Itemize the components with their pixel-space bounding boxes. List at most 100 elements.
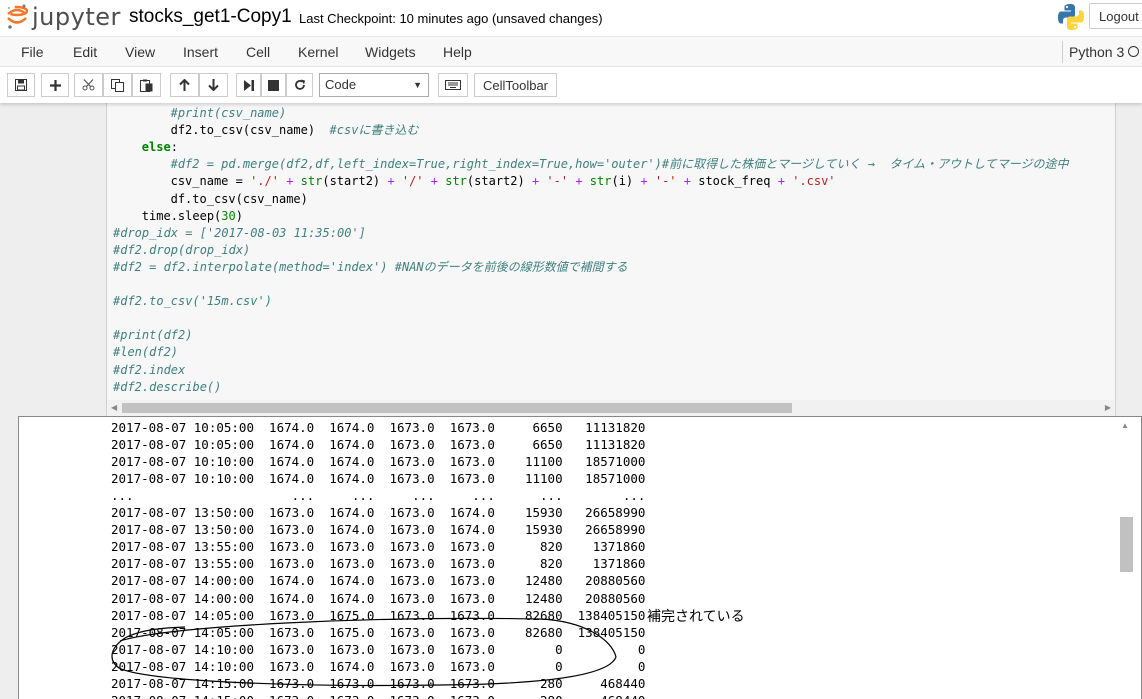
arrow-down-icon (208, 79, 219, 91)
output-cell-value: 1673.0 (254, 522, 315, 538)
stop-icon (268, 79, 279, 91)
restart-kernel-button[interactable] (286, 73, 313, 97)
output-row: 2017-08-07 14:15:00 1673.0 1673.0 1673.0… (111, 692, 645, 699)
celltoolbar-button[interactable]: CellToolbar (474, 73, 557, 97)
output-cell-value: 12480 (494, 573, 563, 589)
save-button[interactable] (7, 73, 35, 97)
output-cell-value: 1673.0 (435, 693, 495, 699)
output-row: ... ... ... ... ... ... ... (111, 487, 645, 504)
cut-button[interactable] (74, 73, 103, 97)
move-down-button[interactable] (199, 73, 228, 97)
copy-button[interactable] (103, 73, 132, 97)
code-token: : (170, 140, 178, 155)
output-cell-value: 0 (494, 641, 563, 657)
output-cell-value: 1673.0 (434, 675, 495, 691)
output-cell-value: 820 (494, 539, 563, 555)
menu-help[interactable]: Help (443, 44, 472, 60)
scroll-left-icon[interactable]: ◀ (111, 403, 117, 412)
vertical-scrollbar-thumb[interactable] (1120, 517, 1133, 572)
move-up-button[interactable] (170, 73, 199, 97)
output-cell-value: 11131820 (562, 420, 646, 435)
output-cell-value: 1673.0 (374, 607, 435, 623)
output-cell-value: 1673.0 (374, 539, 435, 555)
scroll-right-icon[interactable]: ▶ (1105, 403, 1111, 412)
menu-cell[interactable]: Cell (246, 44, 270, 60)
output-cell-value: 1674.0 (254, 454, 315, 470)
output-cell-value: 18571000 (562, 454, 646, 470)
output-cell-value: 1673.0 (314, 693, 374, 699)
save-icon (15, 79, 27, 91)
output-cell-value: 82680 (494, 624, 563, 640)
code-token: 30 (221, 208, 236, 223)
insert-cell-button[interactable] (41, 73, 69, 97)
cell-type-value: Code (325, 77, 357, 92)
output-cell-value: 15930 (494, 522, 563, 538)
logout-button[interactable]: Logout (1089, 3, 1142, 29)
menu-kernel[interactable]: Kernel (298, 44, 338, 60)
code-line: #df2.describe() (113, 379, 221, 396)
output-cell-value: ... (254, 488, 315, 504)
jupyter-logo[interactable]: jupyter (6, 2, 121, 32)
menu-widgets[interactable]: Widgets (365, 44, 416, 60)
code-token: + (640, 174, 648, 189)
output-cell-value: 1674.0 (314, 658, 375, 674)
code-token: #print(df2) (113, 328, 193, 343)
code-line: #len(df2) (113, 344, 178, 361)
output-cell-value: 1673.0 (434, 556, 495, 572)
output-cell-value: 1673.0 (434, 471, 495, 487)
output-cell-datetime: 2017-08-07 10:05:00 (111, 420, 254, 435)
output-cell-value: 1674.0 (314, 505, 375, 521)
output-row: 2017-08-07 13:55:00 1673.0 1673.0 1673.0… (111, 555, 645, 572)
output-cell-value: ... (374, 488, 435, 504)
code-token: #df2 = pd.merge(df2,df,left_index=True,r… (170, 157, 1069, 172)
code-token: #len(df2) (113, 345, 179, 360)
code-token: df.to_csv(csv_name) (170, 191, 308, 206)
code-line: csv_name = './' + str(start2) + '/' + st… (171, 173, 836, 190)
paste-button[interactable] (132, 73, 161, 97)
vertical-scrollbar[interactable]: ▲ (1116, 417, 1135, 699)
code-token: '.csv' (792, 174, 836, 189)
output-cell-value: 1673.0 (254, 675, 315, 691)
code-cell-input[interactable]: #print(csv_name) df2.to_csv(csv_name) #cs… (106, 103, 1116, 416)
code-token: str (300, 174, 323, 189)
output-cell-value: 1673.0 (374, 454, 435, 470)
code-token: + (777, 174, 785, 189)
output-cell-value: 1673.0 (254, 556, 315, 572)
interrupt-kernel-button[interactable] (261, 73, 286, 97)
code-token: str (589, 174, 612, 189)
run-cell-button[interactable] (236, 73, 261, 97)
output-cell-value: 1673.0 (254, 624, 315, 640)
code-token: stock_freq (698, 174, 778, 189)
kernel-separator (1062, 41, 1063, 63)
output-row: 2017-08-07 14:05:00 1673.0 1675.0 1673.0… (111, 607, 645, 624)
output-cell-value: 1674.0 (314, 454, 375, 470)
menu-file[interactable]: File (21, 44, 44, 60)
scroll-up-icon[interactable]: ▲ (1121, 421, 1129, 430)
code-token: '-' (654, 174, 677, 189)
output-cell-datetime: 2017-08-07 13:50:00 (111, 522, 254, 538)
copy-icon (111, 78, 124, 92)
horizontal-scrollbar[interactable]: ◀ ▶ (108, 400, 1114, 416)
code-token: df2.to_csv(csv_name) (170, 123, 330, 138)
notebook-area: #print(csv_name) df2.to_csv(csv_name) #cs… (0, 103, 1142, 699)
toolbar: Code ▼ CellToolbar (0, 67, 1142, 103)
cell-type-select[interactable]: Code ▼ (319, 73, 429, 97)
output-cell-value: 1675.0 (314, 624, 375, 640)
arrow-up-icon (179, 79, 190, 91)
output-cell-value: 1673.0 (434, 590, 495, 606)
menu-insert[interactable]: Insert (183, 44, 218, 60)
output-cell-value: 0 (494, 658, 563, 674)
output-cell-value: 1673.0 (374, 522, 435, 538)
menu-view[interactable]: View (125, 44, 155, 60)
notebook-name[interactable]: stocks_get1-Copy1 (129, 6, 292, 28)
code-token: '/' (401, 174, 424, 189)
horizontal-scrollbar-thumb[interactable] (122, 403, 792, 413)
output-row: 2017-08-07 10:05:00 1674.0 1674.0 1673.0… (111, 419, 645, 436)
command-palette-button[interactable] (438, 73, 468, 97)
code-token: + (676, 174, 699, 189)
output-cell-value: 11100 (494, 454, 563, 470)
output-cell-value: 1673.0 (314, 556, 375, 572)
menu-edit[interactable]: Edit (73, 44, 97, 60)
code-token: str (445, 174, 467, 189)
